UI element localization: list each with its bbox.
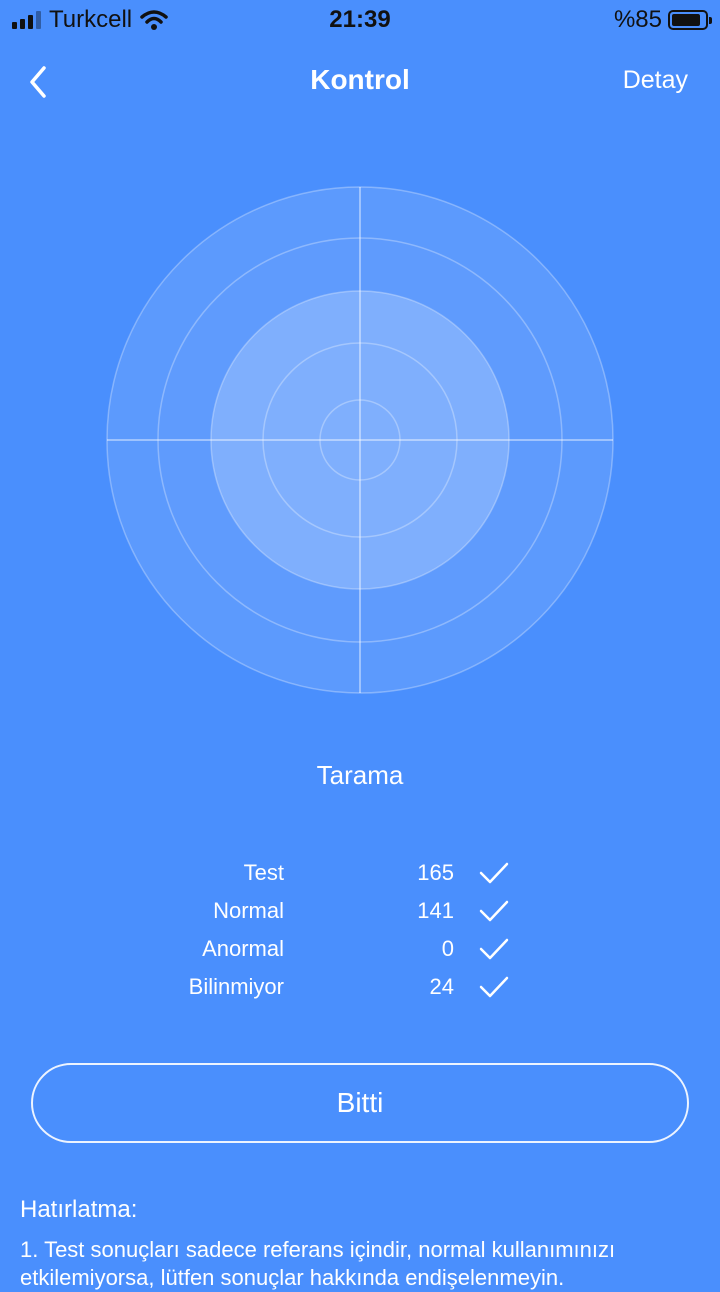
status-bar-time: 21:39 <box>329 6 391 33</box>
stat-value: 165 <box>417 860 454 885</box>
scan-radar-graphic <box>106 186 614 694</box>
check-icon <box>479 938 509 960</box>
reminder-title: Hatırlatma: <box>20 1196 138 1223</box>
battery-percent: %85 <box>613 6 662 33</box>
stat-label: Normal <box>213 898 284 923</box>
done-button[interactable]: Bitti <box>31 1063 689 1143</box>
stat-row-test: Test 165 <box>0 856 720 894</box>
nav-bar: Kontrol Detay <box>0 50 720 112</box>
battery-icon <box>668 10 712 30</box>
page-title: Kontrol <box>310 64 410 95</box>
detail-button[interactable]: Detay <box>623 66 688 95</box>
reminder-text: 1. Test sonuçları sadece referans içindi… <box>20 1237 616 1290</box>
status-bar: Turkcell 21:39 %85 <box>0 0 720 40</box>
status-bar-right: %85 <box>613 6 712 34</box>
stat-value: 24 <box>429 974 454 999</box>
check-icon <box>479 976 509 998</box>
stat-label: Test <box>243 860 284 885</box>
stat-value: 141 <box>417 898 454 923</box>
check-icon <box>479 862 509 884</box>
stat-row-unknown: Bilinmiyor 24 <box>0 970 720 1008</box>
scan-label: Tarama <box>316 760 404 790</box>
check-icon <box>479 900 509 922</box>
stat-row-abnormal: Anormal 0 <box>0 932 720 970</box>
stat-row-normal: Normal 141 <box>0 894 720 932</box>
stat-value: 0 <box>441 936 454 961</box>
stat-label: Bilinmiyor <box>188 974 284 999</box>
stat-label: Anormal <box>202 936 284 961</box>
stats-list: Test 165 Normal 141 Anormal 0 Bilinmiyor… <box>0 856 720 1008</box>
